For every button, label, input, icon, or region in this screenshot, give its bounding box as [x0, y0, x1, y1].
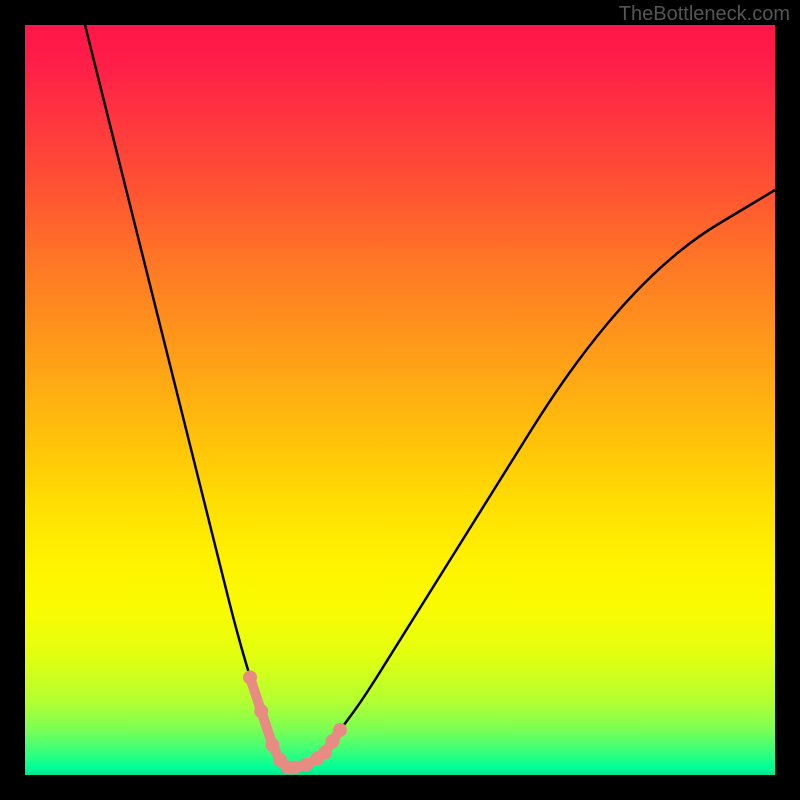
trough-markers [243, 671, 347, 775]
bottleneck-curve [85, 25, 775, 768]
watermark-text: TheBottleneck.com [619, 3, 790, 26]
chart-svg [25, 25, 775, 775]
chart-container: TheBottleneck.com [0, 0, 800, 800]
